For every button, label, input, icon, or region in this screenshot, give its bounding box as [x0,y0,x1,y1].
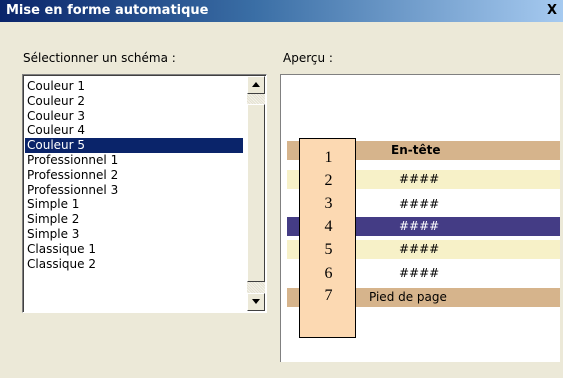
preview-cell: #### [399,242,440,256]
scheme-item[interactable]: Couleur 3 [25,109,243,124]
scheme-item[interactable]: Couleur 4 [25,123,243,138]
row-number: 6 [324,265,333,282]
preview-cell: #### [399,197,440,211]
scheme-item[interactable]: Professionnel 2 [25,168,243,183]
row-number: 5 [324,241,333,258]
scheme-item[interactable]: Professionnel 3 [25,183,243,198]
arrow-up-icon [252,82,260,87]
scheme-item[interactable]: Simple 3 [25,227,243,242]
scheme-item[interactable]: Simple 2 [25,212,243,227]
close-icon[interactable]: X [544,4,560,18]
row-number: 1 [324,149,333,166]
arrow-down-icon [252,299,260,304]
preview-cell: #### [399,266,440,280]
scheme-item[interactable]: Classique 1 [25,242,243,257]
window-title: Mise en forme automatique [6,3,209,18]
row-number: 3 [324,195,333,212]
scroll-down-button[interactable] [247,293,265,311]
scheme-label: Sélectionner un schéma : [23,51,176,65]
scheme-item-selected[interactable]: Couleur 5 [25,138,243,153]
scheme-item[interactable]: Classique 2 [25,257,243,272]
autoformat-dialog: Mise en forme automatique X Sélectionner… [0,0,563,378]
scheme-listbox[interactable]: Couleur 1 Couleur 2 Couleur 3 Couleur 4 Coul… [22,74,267,313]
preview-header-text: En-tête [391,143,441,157]
scroll-thumb[interactable] [247,104,265,282]
scrollbar[interactable] [247,76,265,311]
scheme-item[interactable]: Couleur 2 [25,94,243,109]
preview-cell: #### [399,219,440,233]
row-number: 2 [324,172,333,189]
scheme-item[interactable]: Professionnel 1 [25,153,243,168]
scroll-up-button[interactable] [247,76,265,94]
preview-footer-text: Pied de page [369,290,447,304]
scheme-item[interactable]: Couleur 1 [25,79,243,94]
row-number: 4 [324,218,333,235]
preview-cell: #### [399,172,440,186]
scheme-list: Couleur 1 Couleur 2 Couleur 3 Couleur 4 Coul… [25,79,243,271]
title-bar: Mise en forme automatique X [0,0,563,22]
row-number-box: 1 2 3 4 5 6 7 [299,138,356,338]
row-number: 7 [324,287,333,304]
scheme-item[interactable]: Simple 1 [25,197,243,212]
preview-label: Aperçu : [283,51,333,65]
